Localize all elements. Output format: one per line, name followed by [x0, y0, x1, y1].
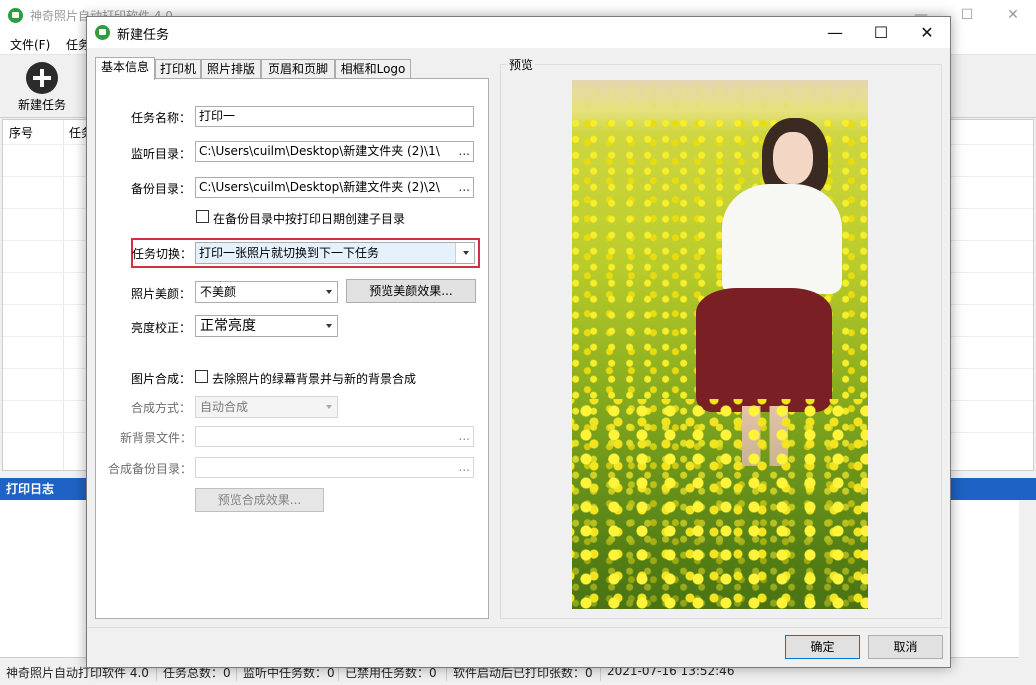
task-switch-label: 任务切换：: [132, 247, 193, 261]
new-bg-label: 新背景文件：: [120, 431, 193, 445]
backup-dir-label: 备份目录：: [131, 182, 192, 196]
photo-flowers: [572, 399, 868, 609]
task-switch-select[interactable]: 打印一张照片就切换到下一下任务: [195, 242, 475, 264]
new-bg-browse-button[interactable]: ...: [459, 427, 470, 446]
compose-checkbox[interactable]: [195, 370, 208, 383]
menu-file[interactable]: 文件(F): [10, 36, 50, 53]
cancel-button[interactable]: 取消: [868, 635, 943, 659]
new-task-dialog: 新建任务 — ☐ ✕ 基本信息 打印机 照片排版 页眉和页脚 相框和Logo 任…: [86, 16, 951, 668]
beauty-label: 照片美颜：: [131, 287, 192, 301]
tab-photo-layout[interactable]: 照片排版: [201, 59, 261, 79]
new-task-label: 新建任务: [18, 98, 67, 112]
ok-button[interactable]: 确定: [785, 635, 860, 659]
dialog-close-button[interactable]: ✕: [904, 17, 950, 48]
task-name-input[interactable]: 打印一: [195, 106, 474, 127]
column-divider: [63, 120, 64, 470]
compose-mode-value: 自动合成: [200, 400, 249, 414]
photo-background: [572, 80, 868, 112]
dialog-title: 新建任务: [117, 28, 170, 43]
compose-backup-input[interactable]: ...: [195, 457, 474, 478]
dialog-titlebar: 新建任务 — ☐ ✕: [87, 17, 950, 48]
preview-label: 预览: [507, 56, 536, 73]
new-bg-input[interactable]: ...: [195, 426, 474, 447]
backup-dir-browse-button[interactable]: ...: [459, 178, 470, 197]
task-switch-value: 打印一张照片就切换到下一下任务: [196, 243, 456, 263]
log-scrollbar[interactable]: [1019, 500, 1036, 658]
tab-printer[interactable]: 打印机: [155, 59, 201, 79]
new-task-button[interactable]: 新建任务: [12, 62, 74, 114]
date-subdir-checkbox[interactable]: [196, 210, 209, 223]
dialog-maximize-button[interactable]: ☐: [858, 17, 904, 48]
beauty-value: 不美颜: [200, 285, 237, 299]
compose-mode-label: 合成方式：: [131, 401, 192, 415]
backup-dir-input[interactable]: C:\Users\cuilm\Desktop\新建文件夹 (2)\2\ ...: [195, 177, 474, 198]
preview-photo: [572, 80, 868, 609]
dialog-app-icon: [95, 25, 110, 40]
tab-header-footer[interactable]: 页眉和页脚: [261, 59, 335, 79]
column-header-index[interactable]: 序号: [9, 124, 33, 141]
date-subdir-label[interactable]: 在备份目录中按打印日期创建子目录: [213, 210, 405, 227]
tab-frame-logo[interactable]: 相框和Logo: [335, 59, 411, 79]
backup-dir-value: C:\Users\cuilm\Desktop\新建文件夹 (2)\2\: [199, 180, 440, 194]
compose-label: 图片合成：: [131, 372, 192, 386]
brightness-value: 正常亮度: [200, 318, 256, 334]
chevron-down-icon: [326, 290, 332, 294]
dialog-minimize-button[interactable]: —: [812, 17, 858, 48]
task-name-label: 任务名称：: [131, 111, 192, 125]
compose-mode-select[interactable]: 自动合成: [195, 396, 338, 418]
close-button[interactable]: ✕: [990, 0, 1036, 31]
preview-compose-button[interactable]: 预览合成效果...: [195, 488, 324, 512]
compose-backup-browse-button[interactable]: ...: [459, 458, 470, 477]
brightness-label: 亮度校正：: [131, 321, 192, 335]
photo-person-shirt: [722, 184, 842, 294]
chevron-down-icon: [326, 324, 332, 328]
watch-dir-browse-button[interactable]: ...: [459, 142, 470, 161]
watch-dir-input[interactable]: C:\Users\cuilm\Desktop\新建文件夹 (2)\1\ ...: [195, 141, 474, 162]
plus-icon: [26, 62, 58, 94]
app-icon: [8, 8, 23, 23]
tab-basic-info[interactable]: 基本信息: [95, 57, 155, 80]
watch-dir-label: 监听目录：: [131, 147, 192, 161]
preview-beauty-button[interactable]: 预览美颜效果...: [346, 279, 476, 303]
beauty-select[interactable]: 不美颜: [195, 281, 338, 303]
photo-person-skirt: [696, 288, 832, 412]
chevron-down-icon: [326, 405, 332, 409]
brightness-select[interactable]: 正常亮度: [195, 315, 338, 337]
chevron-down-icon: [463, 251, 469, 255]
watch-dir-value: C:\Users\cuilm\Desktop\新建文件夹 (2)\1\: [199, 144, 440, 158]
compose-backup-label: 合成备份目录：: [108, 462, 193, 476]
photo-person-face: [773, 132, 813, 184]
compose-checkbox-label[interactable]: 去除照片的绿幕背景并与新的背景合成: [212, 370, 416, 387]
